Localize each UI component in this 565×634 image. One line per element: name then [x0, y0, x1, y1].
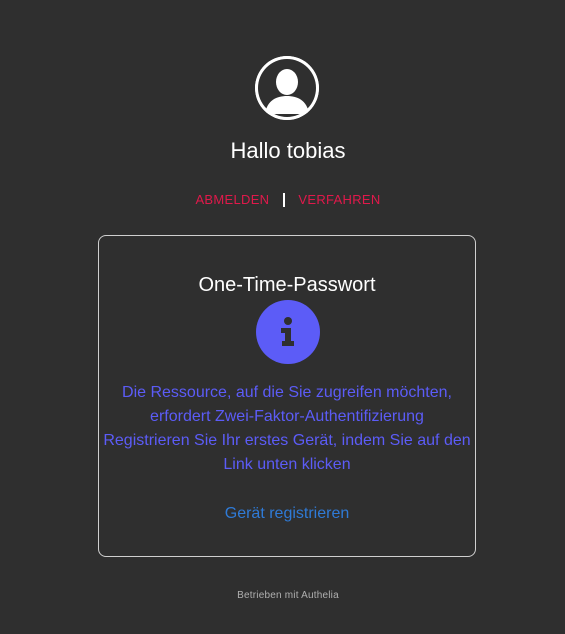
user-avatar-icon [255, 56, 319, 120]
register-device-link[interactable]: Gerät registrieren [99, 502, 475, 526]
auth-nav: ABMELDEN VERFAHREN [0, 192, 565, 207]
card-title: One-Time-Passwort [198, 274, 376, 296]
otp-message: Die Ressource, auf die Sie zugreifen möc… [99, 381, 475, 477]
otp-card: One-Time-Passwort Die Ressource, auf die… [98, 235, 476, 557]
message-register: Registrieren Sie Ihr erstes Gerät, indem… [103, 432, 471, 473]
logout-link[interactable]: ABMELDEN [195, 192, 269, 207]
greeting-title: Hallo tobias [230, 138, 346, 163]
message-required: Die Ressource, auf die Sie zugreifen möc… [122, 384, 452, 425]
info-icon [256, 300, 320, 364]
powered-by-footer: Betrieben mit Authelia [237, 590, 339, 601]
methods-link[interactable]: VERFAHREN [298, 192, 380, 207]
nav-separator [283, 192, 286, 207]
